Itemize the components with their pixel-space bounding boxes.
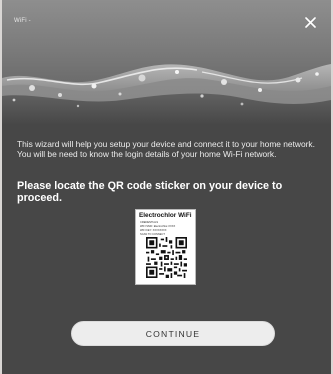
intro-text: This wizard will help you setup your dev… <box>17 139 315 159</box>
sticker-title: Electrochlor WiFi <box>139 212 192 219</box>
close-button[interactable] <box>305 17 323 35</box>
sticker-line: WIFI KEY: XXXXXXXX <box>140 229 167 232</box>
water-splash-banner: WiFi - <box>2 0 331 125</box>
sticker-line: WIFI SSID: Electrochlor-XXXX <box>140 225 176 228</box>
sticker-line: CREDENTIALS <box>140 221 159 224</box>
water-splash-image <box>2 64 331 125</box>
qr-sticker-image: Electrochlor WiFi CREDENTIALS WIFI SSID:… <box>135 209 196 285</box>
continue-button[interactable]: CONTINUE <box>71 321 275 346</box>
close-icon <box>305 17 316 28</box>
sticker-line: SCAN TO CONNECT <box>140 233 165 236</box>
qr-prompt-text: Please locate the QR code sticker on you… <box>17 180 283 204</box>
window-title: WiFi - <box>14 18 31 24</box>
qr-code-icon <box>146 237 187 278</box>
wifi-setup-modal: WiFi - This wizard will help you setup y… <box>2 0 331 374</box>
